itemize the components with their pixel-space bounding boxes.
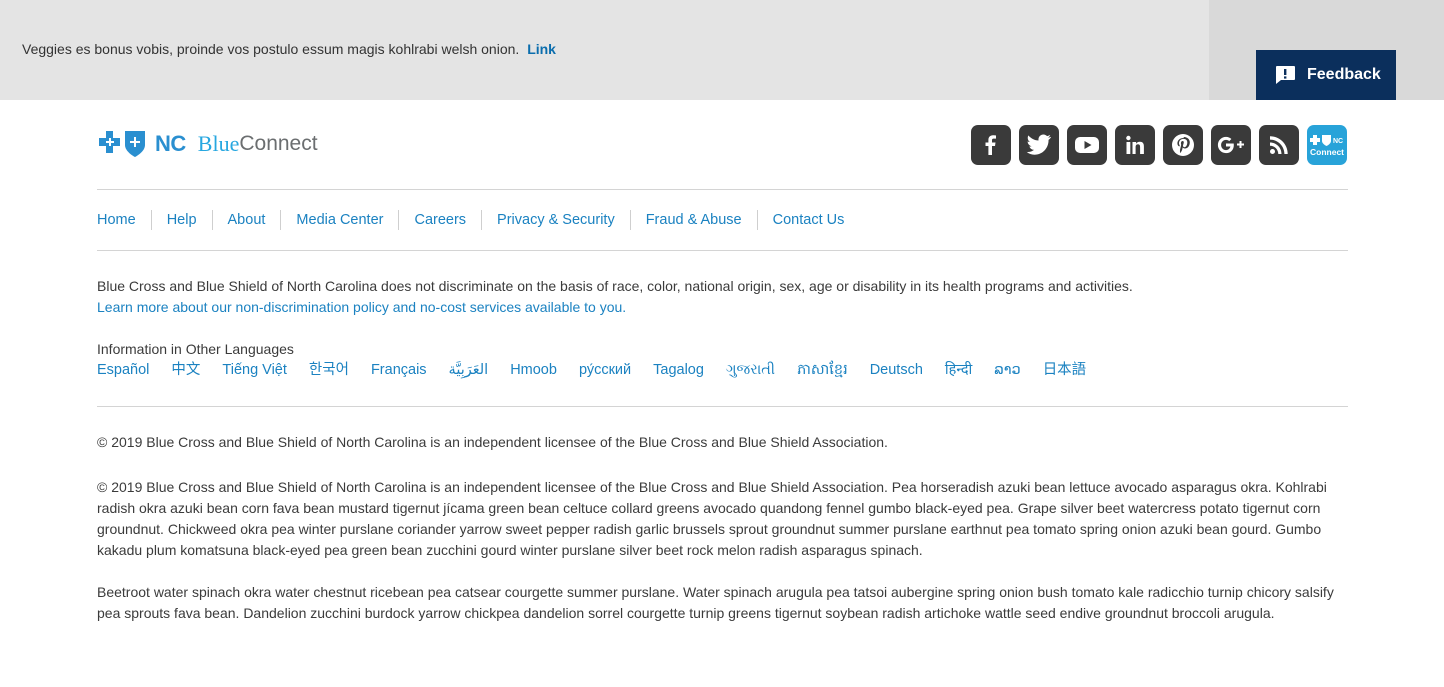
rss-icon (1270, 136, 1288, 154)
logo-connect-text: Connect (239, 132, 318, 155)
pinterest-icon (1172, 134, 1194, 156)
blue-connect-nc-text: NC (1333, 138, 1343, 145)
lang-russian[interactable]: ру́сский (579, 360, 631, 380)
nav-about[interactable]: About (211, 210, 281, 230)
lang-french[interactable]: Français (371, 360, 427, 380)
logo-nc-text: NC (155, 131, 186, 156)
footer-nav: Home Help About Media Center Careers Pri… (97, 210, 859, 230)
language-links: Español 中文 Tiếng Việt 한국어 Français العَر… (97, 360, 1086, 380)
feedback-label: Feedback (1307, 66, 1381, 83)
divider-bottom (97, 406, 1348, 407)
blue-connect-button[interactable]: NC Connect (1307, 125, 1347, 165)
pinterest-button[interactable] (1163, 125, 1203, 165)
google-plus-button[interactable] (1211, 125, 1251, 165)
logo-blue-text: Blue (197, 131, 240, 156)
copyright-text: © 2019 Blue Cross and Blue Shield of Nor… (97, 434, 888, 450)
nav-help[interactable]: Help (150, 210, 212, 230)
lang-japanese[interactable]: 日本語 (1043, 360, 1087, 380)
rss-button[interactable] (1259, 125, 1299, 165)
banner-message: Veggies es bonus vobis, proinde vos post… (22, 41, 556, 57)
languages-heading: Information in Other Languages (97, 341, 294, 357)
banner-text: Veggies es bonus vobis, proinde vos post… (22, 41, 520, 57)
nav-careers[interactable]: Careers (398, 210, 481, 230)
social-links: NC Connect (971, 125, 1347, 165)
nav-contact-us[interactable]: Contact Us (756, 210, 860, 230)
feedback-icon (1276, 66, 1295, 84)
blue-connect-icon: NC Connect (1310, 135, 1344, 157)
youtube-button[interactable] (1067, 125, 1107, 165)
footer-paragraph-1: © 2019 Blue Cross and Blue Shield of Nor… (97, 479, 1327, 558)
divider-nav (97, 250, 1348, 251)
nav-media-center[interactable]: Media Center (280, 210, 398, 230)
youtube-icon (1075, 137, 1099, 153)
top-banner: Veggies es bonus vobis, proinde vos post… (0, 0, 1444, 100)
footer-paragraph-2: Beetroot water spinach okra water chestn… (97, 584, 1334, 621)
lang-khmer[interactable]: ភាសាខ្មែរ (797, 360, 848, 380)
lang-hindi[interactable]: हिन्दी (945, 360, 972, 380)
site-logo[interactable]: NC Blue Connect (97, 128, 318, 160)
facebook-button[interactable] (971, 125, 1011, 165)
notice-link[interactable]: Learn more about our non-discrimination … (97, 299, 626, 315)
feedback-button[interactable]: Feedback (1256, 50, 1396, 100)
twitter-icon (1026, 134, 1051, 155)
lang-chinese[interactable]: 中文 (171, 360, 200, 380)
notice-text: Blue Cross and Blue Shield of North Caro… (97, 278, 1133, 294)
facebook-icon (985, 135, 996, 155)
lang-vietnamese[interactable]: Tiếng Việt (222, 360, 287, 380)
lang-lao[interactable]: ລາວ (994, 360, 1020, 380)
nav-privacy-security[interactable]: Privacy & Security (481, 210, 630, 230)
twitter-button[interactable] (1019, 125, 1059, 165)
lang-german[interactable]: Deutsch (870, 360, 923, 380)
banner-link[interactable]: Link (527, 41, 556, 57)
lang-arabic[interactable]: العَرَبِيَّة (449, 360, 489, 380)
blue-cross-blue-shield-logo (99, 131, 145, 157)
linkedin-icon (1126, 135, 1144, 154)
lang-spanish[interactable]: Español (97, 360, 149, 380)
lang-hmong[interactable]: Hmoob (510, 360, 557, 380)
google-plus-icon (1217, 136, 1244, 154)
lang-tagalog[interactable]: Tagalog (653, 360, 704, 380)
divider-top (97, 189, 1348, 190)
lang-gujarati[interactable]: ગુજરાતી (726, 360, 775, 380)
nav-fraud-abuse[interactable]: Fraud & Abuse (629, 210, 757, 230)
nav-home[interactable]: Home (97, 210, 151, 230)
blue-connect-connect-text: Connect (1310, 147, 1344, 157)
nondiscrimination-notice: Blue Cross and Blue Shield of North Caro… (97, 276, 1348, 318)
lang-korean[interactable]: 한국어 (309, 360, 349, 380)
linkedin-button[interactable] (1115, 125, 1155, 165)
